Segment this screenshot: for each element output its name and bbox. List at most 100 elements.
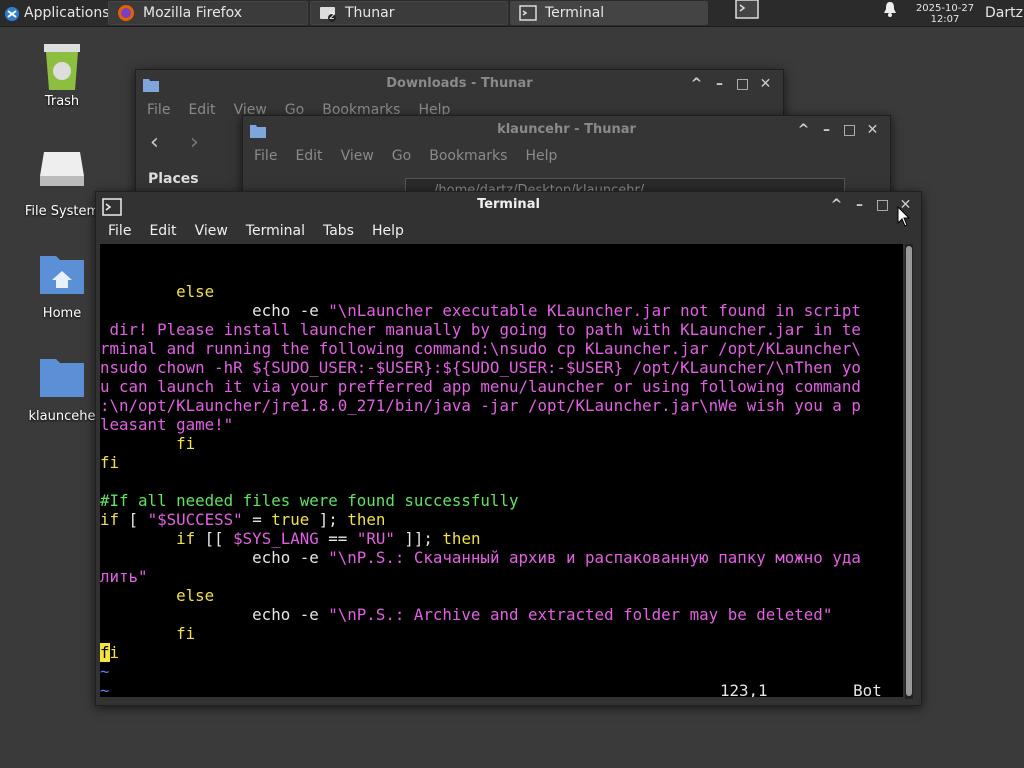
notifications-button[interactable] bbox=[880, 0, 900, 26]
taskbar-terminal[interactable]: Terminal bbox=[510, 1, 708, 25]
menu-bookmarks[interactable]: Bookmarks bbox=[420, 144, 516, 168]
taskbar-label: Thunar bbox=[345, 5, 395, 21]
applications-menu-button[interactable]: Applications bbox=[0, 0, 110, 26]
menu-file[interactable]: File bbox=[245, 144, 286, 168]
menu-edit[interactable]: Edit bbox=[179, 98, 224, 122]
code-token: ~ bbox=[100, 681, 110, 697]
desktop-icon-trash[interactable]: Trash bbox=[17, 40, 107, 109]
terminal-window[interactable]: Terminal ^ – □ ✕ File Edit View Terminal… bbox=[95, 191, 922, 706]
minimize-button[interactable]: – bbox=[848, 192, 871, 220]
terminal-line: else bbox=[100, 282, 903, 301]
terminal-line: dir! Please install launcher manually by… bbox=[100, 320, 903, 339]
back-icon[interactable]: ‹ bbox=[150, 130, 159, 155]
code-token: "\nLauncher executable KLauncher.jar not… bbox=[328, 301, 861, 320]
folder-icon bbox=[38, 355, 86, 403]
ruler-scroll: Bot bbox=[853, 681, 882, 697]
window-titlebar[interactable]: klauncehr - Thunar ^ – □ ✕ bbox=[243, 116, 890, 144]
minimize-button[interactable]: – bbox=[708, 70, 731, 98]
code-token: "RU" bbox=[356, 529, 395, 548]
taskbar-thunar[interactable]: 2 Thunar bbox=[310, 1, 508, 25]
menu-edit[interactable]: Edit bbox=[140, 218, 185, 244]
window-titlebar[interactable]: Downloads - Thunar ^ – □ ✕ bbox=[136, 70, 783, 98]
user-name: Dartz bbox=[985, 5, 1023, 21]
code-token: else bbox=[100, 282, 215, 301]
clock-date: 2025-10-27 bbox=[915, 3, 975, 14]
code-token: true bbox=[271, 510, 310, 529]
terminal-line: nsudo chown -hR ${SUDO_USER:-$USER}:${SU… bbox=[100, 358, 903, 377]
clock[interactable]: 2025-10-27 12:07 bbox=[905, 0, 985, 27]
menu-edit[interactable]: Edit bbox=[286, 144, 331, 168]
menu-terminal[interactable]: Terminal bbox=[237, 218, 314, 244]
menu-tabs[interactable]: Tabs bbox=[314, 218, 363, 244]
user-menu[interactable]: Dartz bbox=[985, 0, 1024, 26]
code-token: fi bbox=[100, 453, 120, 472]
menu-help[interactable]: Help bbox=[516, 144, 566, 168]
menubar: File Edit View Go Bookmarks Help bbox=[243, 144, 890, 168]
terminal-icon bbox=[735, 0, 759, 28]
roll-up-button[interactable]: ^ bbox=[825, 192, 848, 220]
taskbar-firefox[interactable]: Mozilla Firefox bbox=[108, 1, 308, 25]
window-title: Terminal bbox=[477, 197, 540, 212]
firefox-icon bbox=[117, 4, 135, 22]
mouse-pointer-icon bbox=[897, 205, 911, 232]
drive-icon bbox=[38, 150, 86, 198]
menu-view[interactable]: View bbox=[332, 144, 383, 168]
cursor: f bbox=[100, 643, 110, 662]
terminal-line: echo -e "\nP.S.: Скачанный архив и распа… bbox=[100, 548, 903, 567]
desktop-icon-label: klauncehe bbox=[28, 409, 96, 424]
menu-file[interactable]: File bbox=[138, 98, 179, 122]
code-token: if bbox=[100, 529, 196, 548]
terminal-launcher-button[interactable] bbox=[730, 0, 764, 26]
terminal-line: ~ bbox=[100, 662, 903, 681]
menu-file[interactable]: File bbox=[99, 218, 140, 244]
window-titlebar[interactable]: Terminal ^ – □ ✕ bbox=[96, 192, 921, 218]
maximize-button[interactable]: □ bbox=[838, 116, 861, 144]
terminal-line: else bbox=[100, 586, 903, 605]
desktop-icon-klauncher[interactable]: klauncehe bbox=[17, 355, 107, 424]
maximize-button[interactable]: □ bbox=[731, 70, 754, 98]
vim-buffer: else echo -e "\nLauncher executable KLau… bbox=[100, 282, 903, 697]
trash-icon bbox=[38, 40, 86, 90]
window-title: klauncehr - Thunar bbox=[497, 122, 636, 137]
desktop-icon-home[interactable]: Home bbox=[17, 252, 107, 321]
desktop-icon-label: Trash bbox=[44, 94, 80, 109]
terminal-line: leasant game!" bbox=[100, 415, 903, 434]
menu-help[interactable]: Help bbox=[363, 218, 413, 244]
code-token: лить" bbox=[100, 567, 148, 586]
close-button[interactable]: ✕ bbox=[861, 116, 884, 144]
terminal-scrollbar[interactable] bbox=[905, 244, 913, 699]
code-token: [[ bbox=[195, 529, 234, 548]
desktop-icon-file-system[interactable]: File System bbox=[17, 150, 107, 219]
menu-go[interactable]: Go bbox=[383, 144, 420, 168]
code-token: nsudo chown -hR ${SUDO_USER:-$USER}:${SU… bbox=[100, 358, 861, 377]
code-token: then bbox=[442, 529, 481, 548]
terminal-line: u can launch it via your prefferred app … bbox=[100, 377, 903, 396]
terminal-line: fi bbox=[100, 434, 903, 453]
code-token: echo -e bbox=[100, 301, 329, 320]
code-token: echo -e bbox=[100, 548, 329, 567]
roll-up-button[interactable]: ^ bbox=[685, 70, 708, 98]
scrollbar-thumb[interactable] bbox=[906, 246, 912, 696]
bell-icon bbox=[883, 0, 897, 26]
code-token: dir! Please install launcher manually by… bbox=[100, 320, 861, 339]
code-token: = bbox=[242, 510, 272, 529]
terminal-output[interactable]: else echo -e "\nLauncher executable KLau… bbox=[100, 244, 903, 697]
folder-icon bbox=[142, 76, 160, 92]
code-token: leasant game!" bbox=[100, 415, 234, 434]
code-token: :\n/opt/KLauncher/jre1.8.0_271/bin/java … bbox=[100, 396, 861, 415]
menu-view[interactable]: View bbox=[186, 218, 237, 244]
terminal-line: echo -e "\nP.S.: Archive and extracted f… bbox=[100, 605, 903, 624]
ruler-position: 123,1 bbox=[720, 681, 768, 697]
forward-icon[interactable]: › bbox=[190, 130, 199, 155]
code-token: then bbox=[347, 510, 386, 529]
minimize-button[interactable]: – bbox=[815, 116, 838, 144]
code-token: [ bbox=[119, 510, 148, 529]
folder-icon: 2 bbox=[319, 4, 337, 22]
close-button[interactable]: ✕ bbox=[754, 70, 777, 98]
terminal-line: fi bbox=[100, 453, 903, 472]
home-folder-icon bbox=[38, 252, 86, 300]
maximize-button[interactable]: □ bbox=[871, 192, 894, 220]
roll-up-button[interactable]: ^ bbox=[792, 116, 815, 144]
places-heading: Places bbox=[148, 171, 199, 187]
